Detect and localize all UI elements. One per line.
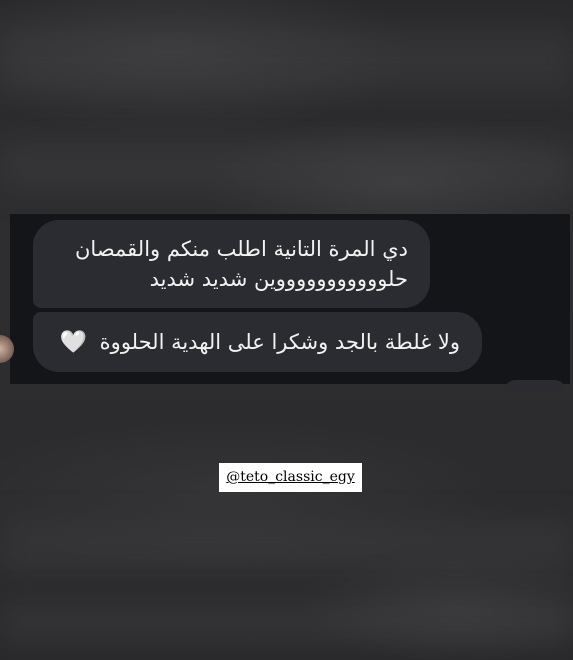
mention-sticker[interactable]: @teto_classic_egy xyxy=(219,463,362,492)
blurred-background-bottom xyxy=(0,600,573,645)
message-1-line-2: حلوووووووووووين شديد شديد xyxy=(149,267,408,291)
message-bubble-1: دي المرة التانية اطلب منكم والقمصان حلوو… xyxy=(33,220,430,308)
message-1-line-1: دي المرة التانية اطلب منكم والقمصان xyxy=(75,237,408,261)
blurred-background-upper xyxy=(0,140,573,190)
blurred-background-top xyxy=(0,30,573,90)
story-view: دي المرة التانية اطلب منكم والقمصان حلوو… xyxy=(0,0,573,660)
next-message-bubble-peek xyxy=(505,380,565,390)
white-heart-icon: 🤍 xyxy=(59,330,87,355)
message-bubble-2: ولا غلطة بالجد وشكرا على الهدية الحلووة … xyxy=(33,312,482,372)
blurred-background-lower xyxy=(0,520,573,575)
message-2-text: ولا غلطة بالجد وشكرا على الهدية الحلووة xyxy=(99,330,460,354)
